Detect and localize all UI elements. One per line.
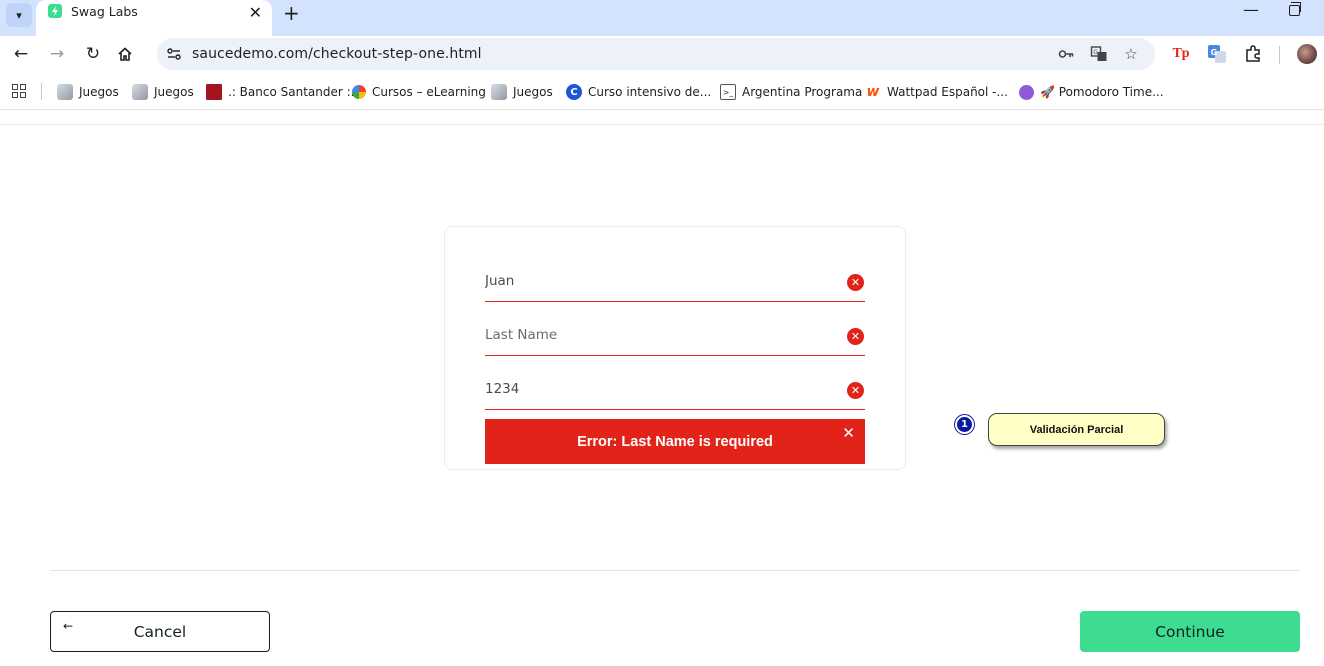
bookmark-juegos-3[interactable]: Juegos	[491, 83, 553, 101]
continue-button[interactable]: Continue	[1080, 611, 1300, 652]
site-settings-icon[interactable]	[166, 46, 182, 62]
error-x-icon: ✕	[847, 328, 864, 345]
bookmark-juegos-2[interactable]: Juegos	[132, 83, 194, 101]
key-icon[interactable]	[1057, 45, 1075, 63]
error-message: Error: Last Name is required	[577, 433, 773, 450]
postal-code-input[interactable]	[485, 370, 835, 408]
tab-search-button[interactable]: ▾	[6, 3, 32, 27]
home-icon[interactable]	[117, 46, 133, 62]
minimize-icon[interactable]: —	[1243, 0, 1259, 19]
svg-text:G: G	[1093, 49, 1098, 56]
bookmark-pomodoro[interactable]: 🚀 Pomodoro Time...	[1019, 83, 1164, 101]
roblox-icon	[132, 84, 148, 100]
terminal-icon: >_	[720, 84, 736, 100]
bookmark-label: Wattpad Español -...	[887, 85, 1008, 99]
cancel-label: Cancel	[133, 622, 187, 641]
continue-label: Continue	[1155, 622, 1225, 641]
timer-icon	[1019, 84, 1034, 100]
error-close-icon[interactable]: ✕	[842, 424, 855, 442]
bookmark-label: Argentina Programa	[742, 85, 863, 99]
error-x-icon: ✕	[847, 274, 864, 291]
bookmark-label: Juegos	[154, 85, 194, 99]
bookmark-cursos-elearning[interactable]: Cursos – eLearning	[352, 83, 486, 101]
footer-divider	[50, 570, 1300, 571]
first-name-field: ✕	[485, 262, 865, 302]
bookmark-label: Juegos	[79, 85, 119, 99]
bookmark-label: Juegos	[513, 85, 553, 99]
restore-window-icon[interactable]	[1289, 2, 1301, 16]
annotation-callout: Validación Parcial	[988, 413, 1165, 446]
bookmark-label: Cursos – eLearning	[372, 85, 486, 99]
translate-icon[interactable]: G	[1090, 45, 1108, 63]
bookmarks-bar: Juegos Juegos .: Banco Santander :. Curs…	[0, 74, 1324, 110]
forward-arrow-icon[interactable]: →	[45, 42, 69, 66]
browser-toolbar: ← → ↻ saucedemo.com/checkout-step-one.ht…	[0, 36, 1324, 74]
error-x-icon: ✕	[847, 382, 864, 399]
roblox-icon	[491, 84, 507, 100]
toolbar-divider	[1279, 46, 1280, 64]
address-bar[interactable]: saucedemo.com/checkout-step-one.html G ☆	[157, 38, 1155, 70]
reload-icon[interactable]: ↻	[81, 42, 105, 66]
url-text: saucedemo.com/checkout-step-one.html	[192, 46, 482, 62]
close-tab-icon[interactable]: ✕	[249, 3, 262, 22]
new-tab-icon[interactable]: +	[283, 1, 300, 25]
bookmark-star-icon[interactable]: ☆	[1122, 45, 1140, 63]
last-name-field: ✕	[485, 316, 865, 356]
svg-text:G: G	[1211, 48, 1218, 57]
checkout-info-form: ✕ ✕ ✕ Error: Last Name is required ✕	[444, 226, 906, 470]
bookmark-banco-santander[interactable]: .: Banco Santander :.	[206, 83, 354, 101]
tp-extension-icon[interactable]: Tp	[1171, 44, 1191, 64]
tab-title: Swag Labs	[71, 4, 138, 19]
postal-code-field: ✕	[485, 370, 865, 410]
roblox-icon	[57, 84, 73, 100]
bookmark-argentina-programa[interactable]: >_ Argentina Programa	[720, 83, 862, 101]
first-name-input[interactable]	[485, 262, 835, 300]
annotation-text: Validación Parcial	[1029, 423, 1124, 436]
profile-avatar[interactable]	[1297, 44, 1317, 64]
back-arrow-icon[interactable]: ←	[9, 42, 33, 66]
swag-labs-logo-icon	[48, 4, 62, 18]
bookmark-curso-intensivo[interactable]: C Curso intensivo de...	[566, 83, 711, 101]
wattpad-icon: w	[866, 84, 880, 100]
chevron-down-icon: ▾	[16, 8, 22, 22]
back-arrow-icon: ←	[63, 619, 74, 633]
checkout-page: ✕ ✕ ✕ Error: Last Name is required ✕ 1 V…	[0, 111, 1324, 666]
tab-swag-labs[interactable]: Swag Labs ✕	[36, 0, 272, 36]
last-name-input[interactable]	[485, 316, 835, 354]
apps-grid-icon[interactable]	[12, 84, 26, 98]
bookmarks-divider	[41, 83, 42, 100]
header-divider	[0, 124, 1324, 125]
tab-strip: ▾ Swag Labs ✕ + —	[0, 0, 1324, 36]
google-translate-extension-icon[interactable]: G	[1207, 44, 1227, 64]
c-circle-icon: C	[566, 84, 582, 100]
pinwheel-icon	[352, 85, 366, 99]
bookmark-wattpad[interactable]: w Wattpad Español -...	[865, 83, 1008, 101]
bookmark-juegos-1[interactable]: Juegos	[57, 83, 119, 101]
bookmark-label: Curso intensivo de...	[588, 85, 712, 99]
bookmark-label: .: Banco Santander :.	[228, 85, 355, 99]
annotation-number-badge: 1	[955, 415, 974, 434]
error-message-container: Error: Last Name is required ✕	[485, 419, 865, 464]
bank-icon	[206, 84, 222, 100]
cancel-button[interactable]: ← Cancel	[50, 611, 270, 652]
puzzle-extensions-icon[interactable]	[1243, 44, 1263, 64]
bookmark-label: 🚀 Pomodoro Time...	[1040, 85, 1164, 99]
